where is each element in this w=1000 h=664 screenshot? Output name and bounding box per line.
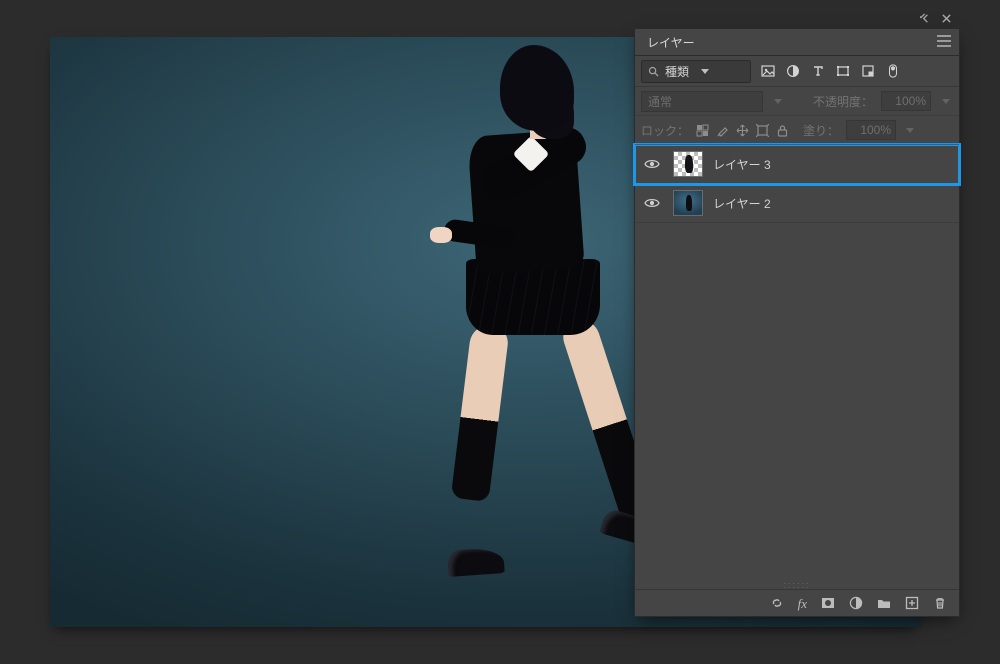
layer-filter-icons [761,64,900,78]
delete-layer-icon[interactable] [933,596,947,610]
fill-label: 塗り： [803,122,839,139]
chevron-down-icon [701,69,709,74]
search-icon [648,66,659,77]
chevron-down-icon [771,99,785,104]
layer-filter-type-select[interactable]: 種類 [641,60,751,83]
panel-resize-grip[interactable]: :::::: [635,580,959,588]
layers-panel-footer: fx [635,589,959,616]
panel-tab-bar: レイヤー [635,29,959,56]
workspace: レイヤー 種類 [0,0,1000,664]
link-layers-icon[interactable] [770,596,784,610]
opacity-input[interactable]: 100% [881,91,931,111]
blend-opacity-row: 通常 不透明度： 100% [635,87,959,116]
filter-image-icon[interactable] [761,64,775,78]
lock-artboard-icon[interactable] [756,124,769,137]
panel-close-icon[interactable] [941,13,952,24]
layer-filter-type-label: 種類 [665,63,689,80]
blend-mode-value: 通常 [648,93,672,110]
layers-list: レイヤー 3 レイヤー 2 [635,145,959,223]
layer-row[interactable]: レイヤー 2 [635,184,959,223]
panel-window-controls [634,8,958,28]
layer-effects-icon[interactable]: fx [798,597,807,610]
layers-tab[interactable]: レイヤー [635,30,707,55]
fill-value: 100% [860,123,891,137]
layer-thumbnail[interactable] [673,151,703,177]
panel-collapse-icon[interactable] [920,13,931,24]
lock-move-icon[interactable] [736,124,749,137]
layer-row[interactable]: レイヤー 3 [635,145,959,184]
new-group-icon[interactable] [877,596,891,610]
fill-input[interactable]: 100% [846,120,896,140]
filter-toggle-icon[interactable] [886,64,900,78]
lock-fill-row: ロック： 塗り： 100% [635,116,959,145]
filter-adjustment-icon[interactable] [786,64,800,78]
chevron-down-icon[interactable] [903,128,917,133]
opacity-value: 100% [895,94,926,108]
lock-brush-icon[interactable] [716,124,729,137]
layer-filter-row: 種類 [635,56,959,87]
layer-thumbnail[interactable] [673,190,703,216]
blend-mode-select[interactable]: 通常 [641,91,763,112]
chevron-down-icon[interactable] [939,99,953,104]
new-adjustment-icon[interactable] [849,596,863,610]
add-mask-icon[interactable] [821,596,835,610]
new-layer-icon[interactable] [905,596,919,610]
lock-all-icon[interactable] [776,124,789,137]
filter-shape-icon[interactable] [836,64,850,78]
layers-tab-label: レイヤー [647,34,695,51]
opacity-label: 不透明度： [813,93,873,110]
layer-name[interactable]: レイヤー 3 [713,156,771,173]
visibility-icon[interactable] [641,197,663,209]
lock-label: ロック： [641,122,689,139]
panel-menu-icon[interactable] [929,35,959,50]
filter-smartobject-icon[interactable] [861,64,875,78]
lock-pixels-icon[interactable] [696,124,709,137]
filter-type-icon[interactable] [811,64,825,78]
visibility-icon[interactable] [641,158,663,170]
layer-name[interactable]: レイヤー 2 [713,195,771,212]
layers-panel: レイヤー 種類 [634,28,960,617]
